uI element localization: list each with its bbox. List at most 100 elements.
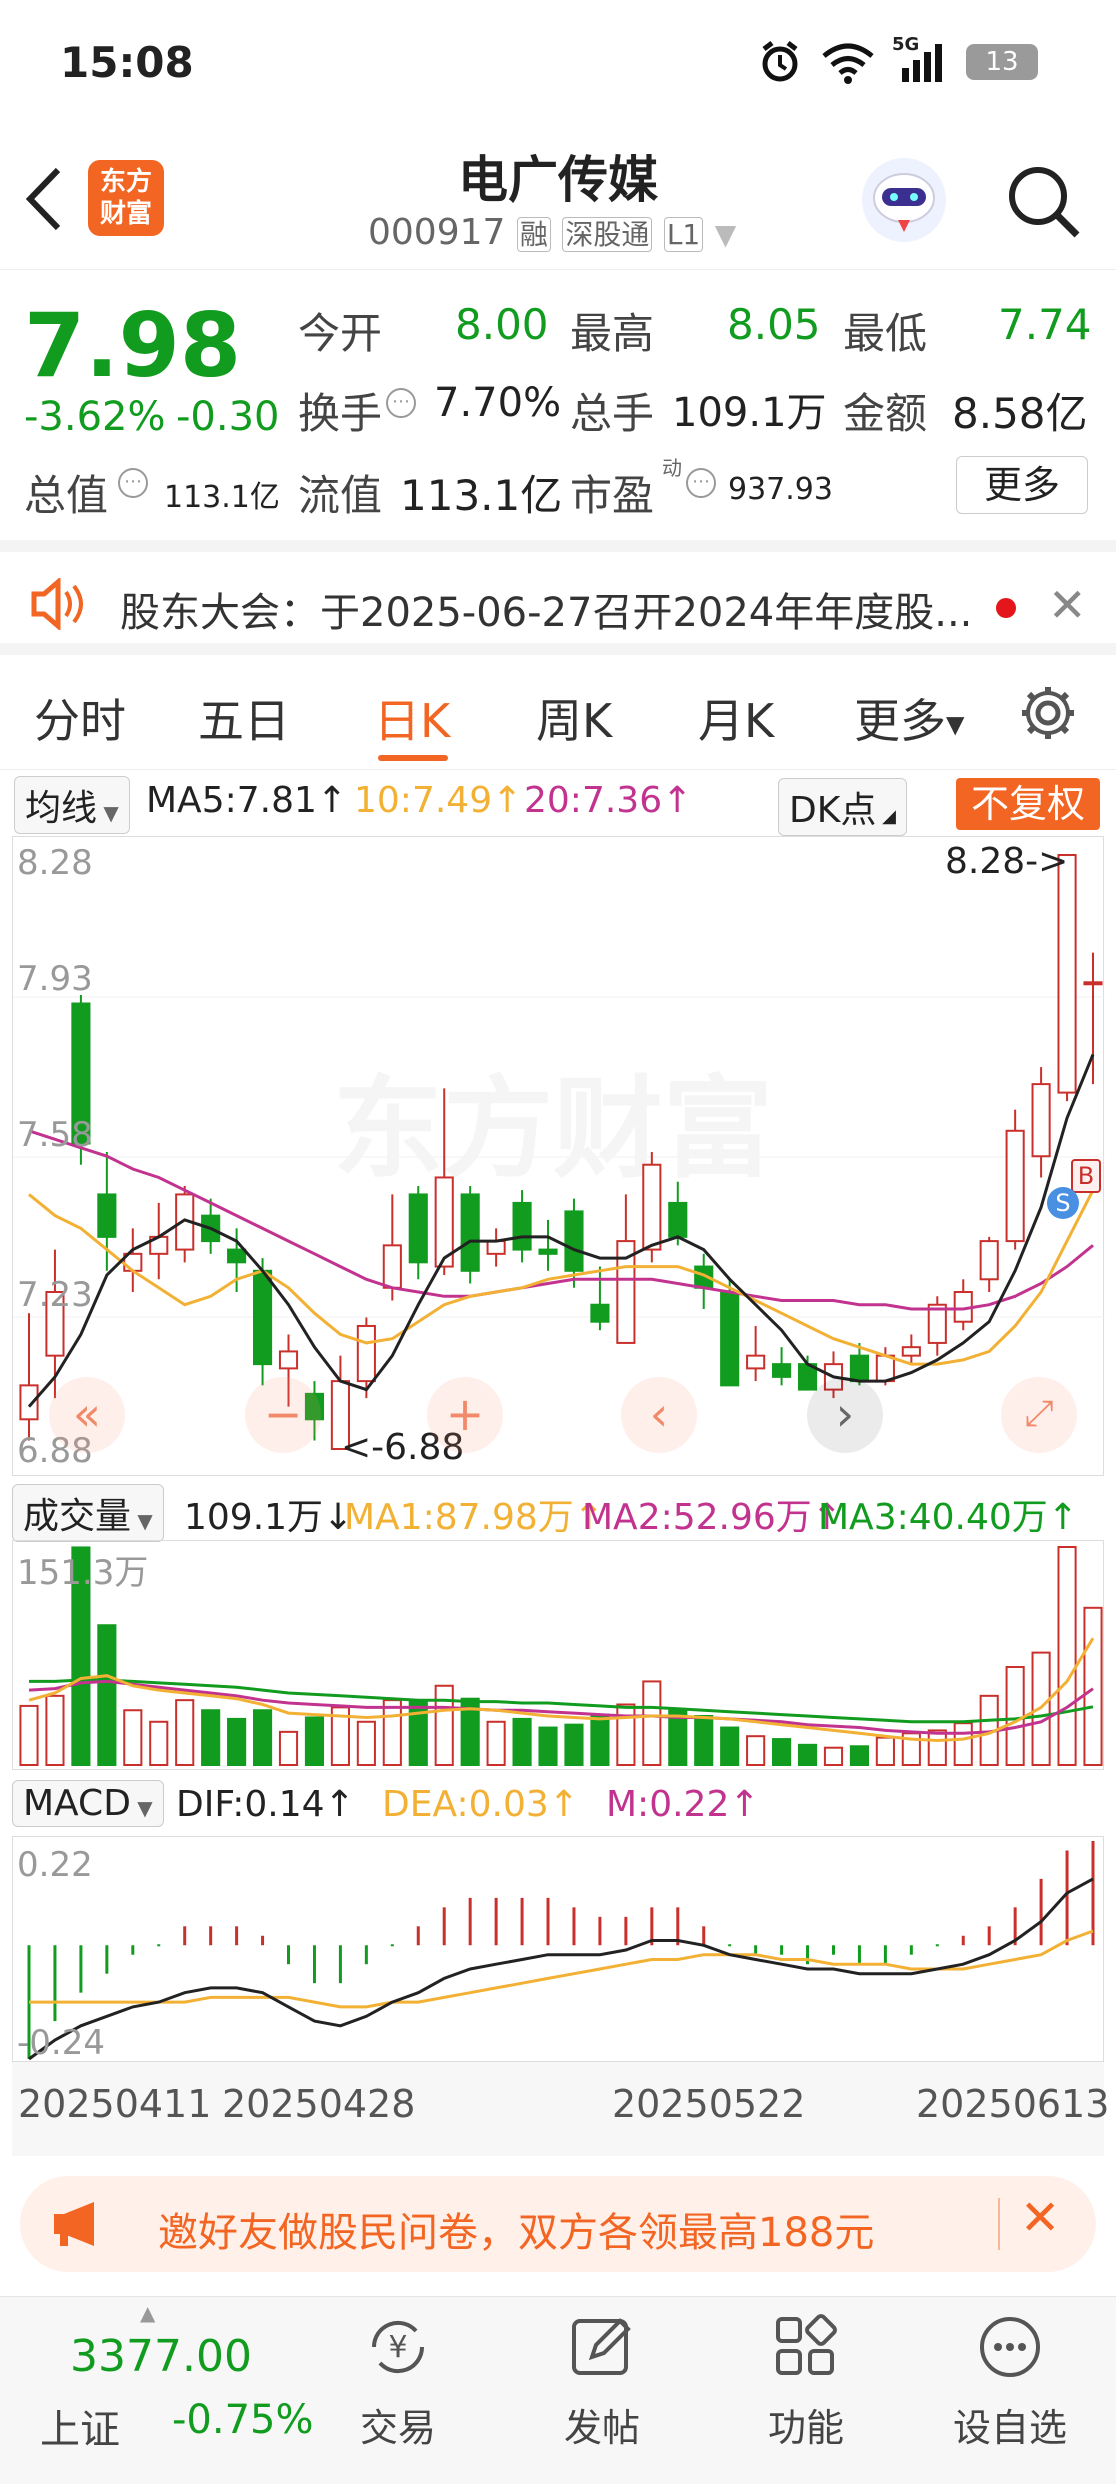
yen-refresh-icon: ¥	[371, 2320, 425, 2374]
candle	[746, 1354, 766, 1370]
edit-icon	[572, 2318, 631, 2375]
turnover-label: 换手	[298, 389, 383, 438]
info-icon[interactable]: ⋯	[386, 388, 416, 418]
candle	[19, 1384, 39, 1421]
gear-icon[interactable]	[1018, 683, 1078, 747]
caret-up-icon[interactable]: ▲	[140, 2301, 155, 2325]
candle	[564, 1210, 584, 1272]
nav-watchlist[interactable]: 设自选	[920, 2307, 1100, 2452]
tab-daily-k[interactable]: 日K	[374, 685, 450, 751]
volume-bar	[175, 1699, 195, 1766]
zoom-in-icon[interactable]: +	[427, 1377, 503, 1453]
fullscreen-icon[interactable]: ⤢	[1001, 1377, 1077, 1453]
volume-bar	[720, 1726, 740, 1767]
status-time: 15:08	[60, 38, 194, 87]
banner-text: 邀好友做股民问卷，双方各领最高188元	[158, 2210, 875, 2256]
battery-icon: 13	[966, 44, 1038, 80]
adjust-button[interactable]: 不复权	[956, 778, 1100, 830]
volume-bar	[953, 1722, 973, 1767]
volume-bar	[746, 1735, 766, 1766]
period-tabs: 分时 五日 日K 周K 月K 更多▼	[0, 655, 1116, 770]
volume-bar	[434, 1684, 454, 1766]
megaphone-icon	[50, 2200, 106, 2252]
close-icon[interactable]: ✕	[1020, 2190, 1060, 2246]
amount-value: 8.58亿	[952, 389, 1088, 438]
volume-bar	[278, 1730, 299, 1766]
dif-line	[28, 1877, 1094, 2061]
tab-monthly-k[interactable]: 月K	[698, 685, 774, 751]
candle	[1031, 1083, 1051, 1158]
macd-chart[interactable]: 0.22 -0.24	[12, 1836, 1104, 2063]
tab-weekly-k[interactable]: 周K	[536, 685, 612, 751]
chevron-left-icon[interactable]: ‹	[621, 1377, 697, 1453]
macd-m: M:0.22↑	[606, 1784, 760, 1825]
tab-five-day[interactable]: 五日	[198, 685, 290, 751]
volume-bar	[823, 1746, 844, 1767]
search-icon[interactable]	[1004, 162, 1084, 246]
robot-avatar-icon[interactable]	[862, 158, 946, 242]
sell-mark[interactable]: S	[1047, 1187, 1079, 1219]
promo-banner[interactable]: 邀好友做股民问卷，双方各领最高188元 ✕	[20, 2176, 1096, 2272]
candle	[875, 1354, 895, 1383]
ma5-value: MA5:7.81↑	[146, 780, 348, 821]
ma10-value: 10:7.49↑	[354, 780, 523, 821]
ma-select[interactable]: 均线 ▼	[14, 776, 130, 834]
tab-intraday[interactable]: 分时	[34, 685, 126, 751]
nav-trade[interactable]: ¥ 交易	[308, 2307, 488, 2452]
pe-dynamic-mark: 动	[662, 456, 682, 480]
divider	[998, 2198, 1000, 2250]
close-icon[interactable]: ✕	[1048, 578, 1087, 632]
volume-select-label: 成交量	[23, 1496, 132, 1537]
amount-label: 金额	[843, 389, 928, 438]
y-label-2: 7.93	[17, 959, 93, 999]
candle	[901, 1346, 921, 1357]
volume-value: 109.1万	[672, 390, 827, 436]
buy-mark[interactable]: B	[1071, 1159, 1101, 1193]
pe-label: 市盈	[570, 471, 655, 520]
volume-svg	[19, 1546, 1103, 1767]
candle	[227, 1248, 247, 1264]
volume-select[interactable]: 成交量 ▼	[12, 1484, 164, 1542]
macd-select[interactable]: MACD ▼	[12, 1780, 164, 1827]
open-value: 8.00	[455, 300, 549, 349]
volume-label: 总手	[570, 389, 655, 438]
chevron-down-icon[interactable]: ▼	[715, 218, 737, 251]
info-icon[interactable]: ⋯	[118, 468, 148, 498]
mktcap-label: 总值	[24, 471, 109, 520]
notice-text: 股东大会：于2025-06-27召开2024年年度股...	[120, 590, 973, 636]
tab-more[interactable]: 更多▼	[854, 685, 964, 751]
more-button[interactable]: 更多	[956, 456, 1088, 514]
low-value: 7.74	[998, 300, 1092, 349]
notice-bar[interactable]: 股东大会：于2025-06-27召开2024年年度股... ✕	[0, 540, 1116, 655]
caret-down-icon: ▼	[131, 1509, 153, 1533]
svg-text:¥: ¥	[388, 2330, 407, 2365]
zoom-out-icon[interactable]: −	[245, 1377, 321, 1453]
high-value: 8.05	[727, 300, 821, 349]
scroll-left-fast-icon[interactable]: «	[49, 1377, 125, 1453]
dk-select-label: DK点	[789, 790, 877, 831]
grid-icon	[776, 2314, 837, 2375]
change-pct: -3.62%	[24, 394, 166, 440]
tag-margin: 融	[516, 217, 551, 252]
nav-functions[interactable]: 功能	[716, 2307, 896, 2452]
kline-chart[interactable]: 东方财富 8.28 7.93 7.58 7.23 6.88 8.28-> <-6…	[12, 836, 1105, 1476]
index-value[interactable]: 3377.00	[70, 2331, 252, 2382]
dk-select[interactable]: DK点 ◢	[778, 778, 907, 836]
stock-header: 东方财富 电广传媒 000917 融 深股通 L1 ▼	[0, 130, 1116, 270]
info-icon[interactable]: ⋯	[686, 468, 716, 498]
tab-indicator	[378, 755, 448, 761]
volume-bar	[590, 1713, 610, 1766]
chevron-right-icon[interactable]: ›	[807, 1377, 883, 1453]
volume-value: 109.1万↓	[184, 1497, 354, 1538]
volume-bar	[408, 1699, 428, 1766]
macd-ymin: -0.24	[17, 2023, 105, 2063]
volume-chart[interactable]: 151.3万	[12, 1540, 1104, 1770]
date-label-3: 20250522	[612, 2082, 806, 2126]
ma20-value: 20:7.36↑	[524, 780, 693, 821]
status-bar: 15:08 5G 13	[0, 0, 1116, 130]
candle	[356, 1324, 376, 1383]
stock-name: 电广传媒	[458, 151, 658, 209]
nav-post[interactable]: 发帖	[512, 2307, 692, 2452]
index-name: 上证	[40, 2407, 120, 2453]
tag-level: L1	[663, 217, 704, 252]
